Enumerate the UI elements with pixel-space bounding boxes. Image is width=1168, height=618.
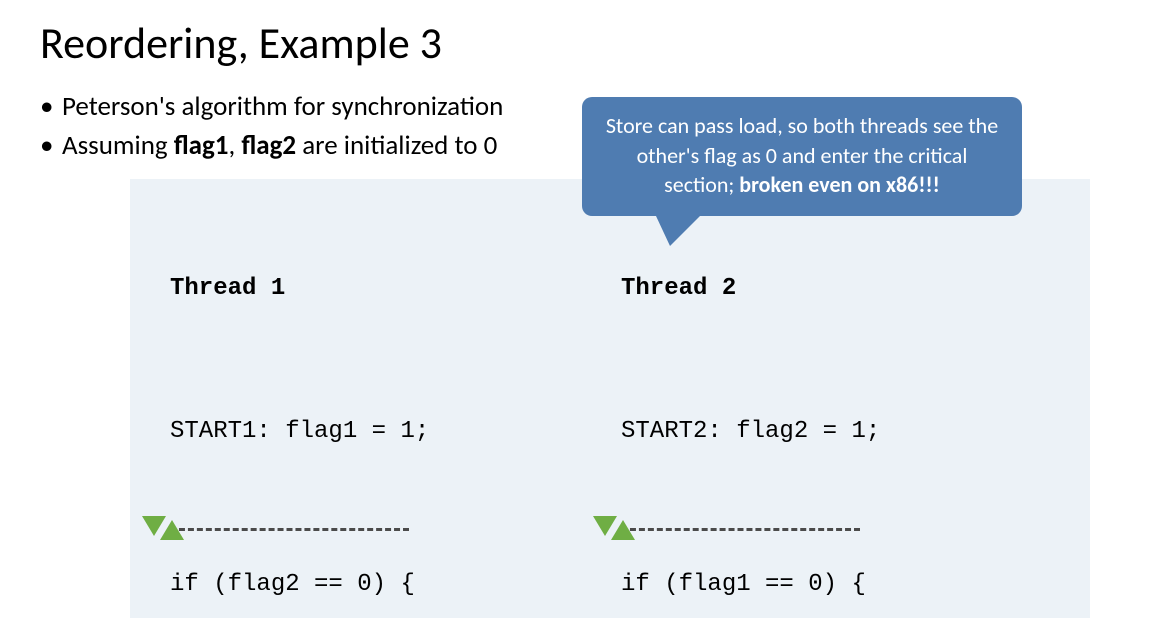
bullet-2-flag2: flag2 [241, 129, 296, 162]
thread1-header: Thread 1 [170, 270, 621, 308]
triangle-up-icon [611, 520, 635, 540]
bullet-1-text: Peterson's algorithm for synchronization [62, 90, 503, 123]
thread2-header: Thread 2 [621, 270, 1072, 308]
thread1-column: Thread 1 START1: flag1 = 1; if (flag2 ==… [170, 193, 621, 618]
callout-box: Store can pass load, so both threads see… [582, 97, 1022, 216]
callout-tail [656, 216, 700, 246]
slide: Reordering, Example 3 Peterson's algorit… [0, 0, 1168, 618]
bullet-2-post: are initialized to 0 [296, 129, 497, 162]
dashed-line-icon [621, 528, 860, 531]
slide-title: Reordering, Example 3 [40, 18, 1128, 69]
bullet-2-flag1: flag1 [174, 129, 229, 162]
bullet-2-sep: , [228, 129, 241, 162]
thread2-line1: START2: flag2 = 1; [621, 413, 1072, 451]
bullet-2-pre: Assuming [62, 129, 174, 162]
triangle-up-icon [160, 520, 184, 540]
callout-bold: broken even on x86!!! [739, 171, 940, 198]
thread1-line1: START1: flag1 = 1; [170, 413, 621, 451]
dashed-line-icon [170, 528, 409, 531]
thread2-column: Thread 2 START2: flag2 = 1; if (flag1 ==… [621, 193, 1072, 618]
code-box: Thread 1 START1: flag1 = 1; if (flag2 ==… [130, 179, 1090, 618]
